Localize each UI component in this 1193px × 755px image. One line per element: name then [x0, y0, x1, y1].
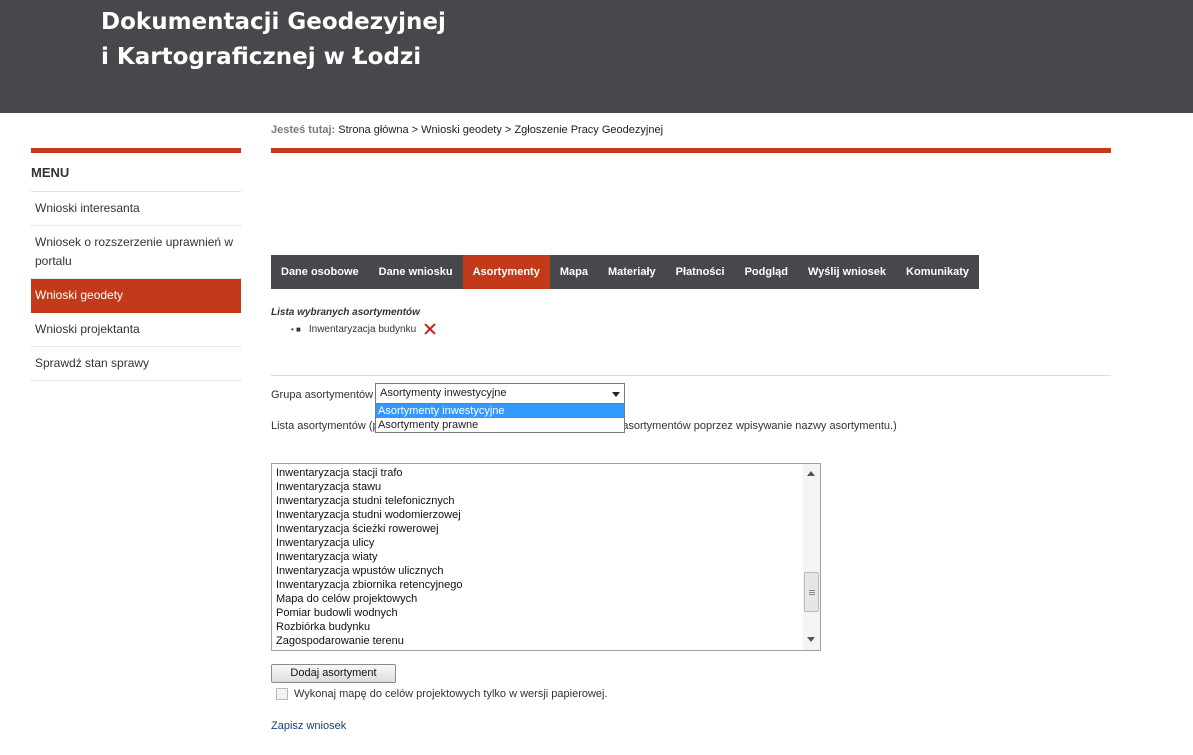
assortment-option[interactable]: Zagospodarowanie terenu: [272, 634, 802, 648]
assortment-option[interactable]: Inwentaryzacja stacji trafo: [272, 466, 802, 480]
sidebar-menu: Wnioski interesanta Wniosek o rozszerzen…: [31, 191, 241, 381]
group-select-label: Grupa asortymentów: [271, 389, 374, 401]
breadcrumb-item-surveyor-requests[interactable]: Wnioski geodety: [421, 124, 502, 136]
remove-icon[interactable]: [424, 323, 436, 335]
site-title: Dokumentacji Geodezyjnej i Kartograficzn…: [101, 5, 446, 75]
sidebar-accent-bar: [31, 148, 241, 153]
breadcrumb-separator: >: [411, 124, 419, 136]
assortment-listbox[interactable]: Inwentaryzacja stacji trafo Inwentaryzacj…: [271, 463, 821, 651]
assortment-option[interactable]: Inwentaryzacja wiaty: [272, 550, 802, 564]
group-select-dropdown: Asortymenty inwestycyjne Asortymenty pra…: [375, 403, 625, 433]
group-select[interactable]: Asortymenty inwestycyjne: [375, 383, 625, 404]
tab-assortments[interactable]: Asortymenty: [462, 255, 550, 289]
site-title-line2: i Kartograficznej w Łodzi: [101, 44, 422, 70]
group-option-investment[interactable]: Asortymenty inwestycyjne: [376, 404, 624, 418]
section-divider: [271, 375, 1111, 376]
chevron-down-icon: [612, 392, 620, 397]
group-option-legal[interactable]: Asortymenty prawne: [376, 418, 624, 432]
menu-title: MENU: [31, 165, 70, 180]
selected-assortment-item: • ■ Inwentaryzacja budynku: [291, 323, 436, 335]
tab-request-data[interactable]: Dane wniosku: [369, 255, 463, 289]
assortment-option[interactable]: Inwentaryzacja zbiornika retencyjnego: [272, 578, 802, 592]
assortment-option[interactable]: Mapa do celów projektowych: [272, 592, 802, 606]
assortment-option[interactable]: Rozbiórka budynku: [272, 620, 802, 634]
content-accent-bar: [271, 148, 1111, 153]
sidebar-item-extend-permissions[interactable]: Wniosek o rozszerzenie uprawnień w porta…: [31, 226, 241, 279]
assortment-option[interactable]: Inwentaryzacja stawu: [272, 480, 802, 494]
list-bullet: • ■: [291, 324, 301, 334]
paper-version-label: Wykonaj mapę do celów projektowych tylko…: [294, 688, 608, 700]
tab-send-request[interactable]: Wyślij wniosek: [798, 255, 896, 289]
wizard-tabs: Dane osobowe Dane wniosku Asortymenty Ma…: [271, 255, 979, 289]
save-request-link[interactable]: Zapisz wniosek: [271, 720, 346, 732]
sidebar-item-designer-requests[interactable]: Wnioski projektanta: [31, 313, 241, 347]
scroll-up-icon[interactable]: [807, 471, 815, 476]
site-title-line1: Dokumentacji Geodezyjnej: [101, 9, 446, 35]
tab-personal-data[interactable]: Dane osobowe: [271, 255, 369, 289]
add-assortment-button[interactable]: Dodaj asortyment: [271, 664, 396, 683]
listbox-scrollbar[interactable]: [803, 464, 820, 650]
assortment-list-label-end: wać asortymentów poprzez wpisywanie nazw…: [599, 420, 897, 432]
tab-materials[interactable]: Materiały: [598, 255, 666, 289]
selected-assortment-label: Inwentaryzacja budynku: [308, 323, 417, 335]
assortment-option[interactable]: Inwentaryzacja wpustów ulicznych: [272, 564, 802, 578]
tab-messages[interactable]: Komunikaty: [896, 255, 979, 289]
sidebar-item-surveyor-requests[interactable]: Wnioski geodety: [31, 279, 241, 313]
tab-payments[interactable]: Płatności: [666, 255, 735, 289]
assortment-list-label-start: Lista asortymentów (p: [271, 420, 379, 432]
tab-map[interactable]: Mapa: [550, 255, 598, 289]
assortment-option[interactable]: Inwentaryzacja ścieżki rowerowej: [272, 522, 802, 536]
breadcrumb-separator: >: [504, 124, 512, 136]
breadcrumb-label: Jesteś tutaj:: [271, 124, 336, 136]
breadcrumb-item-current: Zgłoszenie Pracy Geodezyjnej: [514, 124, 664, 136]
paper-version-row: Wykonaj mapę do celów projektowych tylko…: [276, 688, 608, 700]
sidebar-item-client-requests[interactable]: Wnioski interesanta: [31, 192, 241, 226]
page-header: Dokumentacji Geodezyjnej i Kartograficzn…: [0, 0, 1193, 113]
breadcrumb: Jesteś tutaj: Strona główna > Wnioski ge…: [271, 124, 663, 136]
breadcrumb-item-home[interactable]: Strona główna: [338, 124, 408, 136]
paper-version-checkbox[interactable]: [276, 688, 288, 700]
scrollbar-thumb[interactable]: [804, 572, 819, 612]
selected-assortments-title: Lista wybranych asortymentów: [271, 307, 420, 318]
group-select-value: Asortymenty inwestycyjne: [380, 387, 507, 399]
assortment-option[interactable]: Inwentaryzacja ulicy: [272, 536, 802, 550]
sidebar-item-check-case-status[interactable]: Sprawdź stan sprawy: [31, 347, 241, 381]
assortment-option[interactable]: Inwentaryzacja studni telefonicznych: [272, 494, 802, 508]
assortment-option[interactable]: Pomiar budowli wodnych: [272, 606, 802, 620]
assortment-option[interactable]: Inwentaryzacja studni wodomierzowej: [272, 508, 802, 522]
tab-preview[interactable]: Podgląd: [735, 255, 798, 289]
scroll-down-icon[interactable]: [807, 637, 815, 642]
